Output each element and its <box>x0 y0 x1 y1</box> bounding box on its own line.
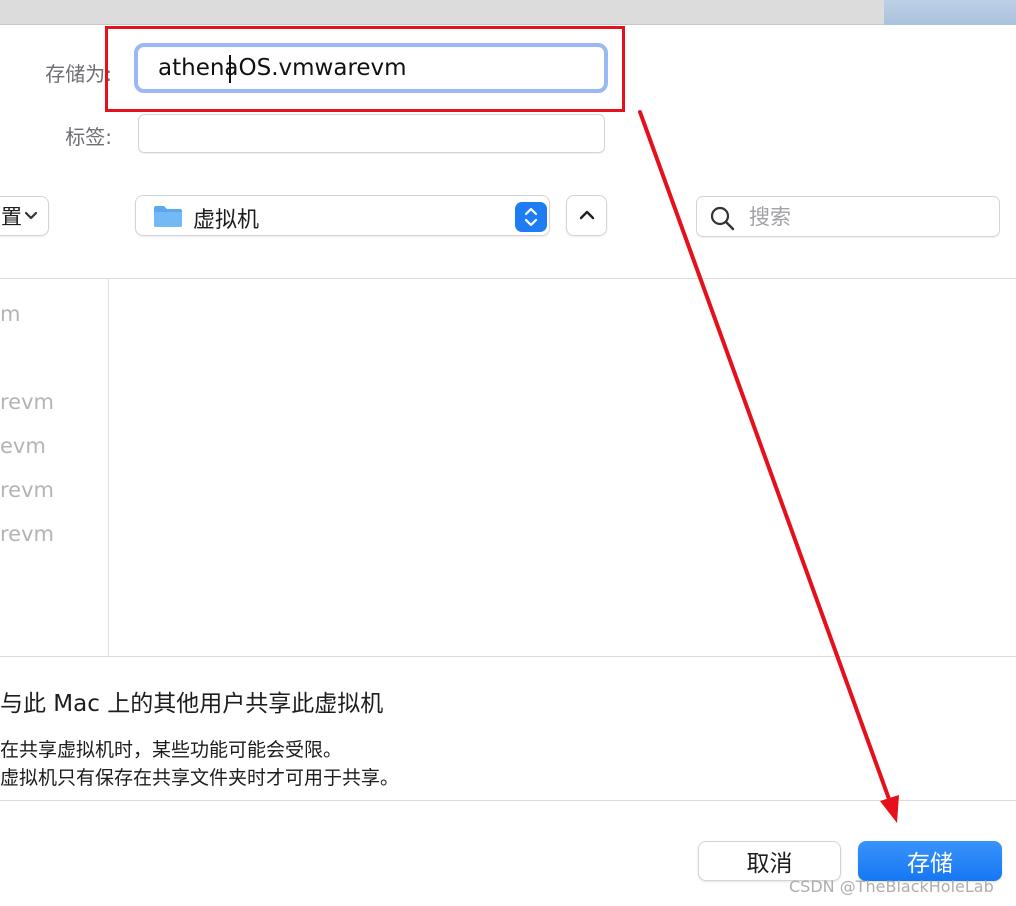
cancel-button[interactable]: 取消 <box>698 841 841 881</box>
share-vm-option[interactable]: 与此 Mac 上的其他用户共享此虚拟机 <box>0 684 383 718</box>
save-dialog: 存储为: 标签: 置 虚拟机 <box>0 0 1016 906</box>
file-item[interactable]: revm <box>0 478 54 502</box>
watermark: CSDN @TheBlackHoleLab <box>789 877 994 896</box>
up-down-arrows-icon <box>524 207 538 227</box>
location-name: 虚拟机 <box>193 208 260 233</box>
share-note: 虚拟机只有保存在共享文件夹时才可用于共享。 <box>0 767 400 789</box>
save-as-label: 存储为: <box>45 62 112 86</box>
share-note: 在共享虚拟机时，某些功能可能会受限。 <box>0 739 343 761</box>
browser-bottom-divider <box>0 656 1016 657</box>
background-window-strip <box>0 0 884 25</box>
file-item[interactable]: revm <box>0 522 54 546</box>
folder-icon <box>154 206 182 227</box>
column-divider <box>108 279 109 656</box>
chevron-down-icon <box>24 206 38 230</box>
file-item[interactable]: revm <box>0 390 54 414</box>
search-field[interactable] <box>696 196 1000 237</box>
annotation-highlight-box <box>105 26 625 112</box>
file-item[interactable]: evm <box>0 434 46 458</box>
search-icon <box>710 206 735 231</box>
location-stepper[interactable] <box>515 202 547 232</box>
view-options-button[interactable]: 置 <box>0 196 49 236</box>
footer-divider <box>0 800 1016 801</box>
search-input[interactable] <box>749 197 989 236</box>
tags-input[interactable] <box>138 114 605 153</box>
file-item[interactable]: m <box>0 302 20 326</box>
location-popup[interactable]: 虚拟机 <box>135 195 550 236</box>
browser-top-divider <box>0 278 1016 279</box>
desktop-corner <box>884 0 1016 25</box>
view-options-label: 置 <box>1 205 22 229</box>
save-button[interactable]: 存储 <box>858 841 1002 881</box>
expand-collapse-button[interactable] <box>566 195 607 236</box>
chevron-up-icon <box>579 210 595 220</box>
tags-label: 标签: <box>65 125 112 149</box>
